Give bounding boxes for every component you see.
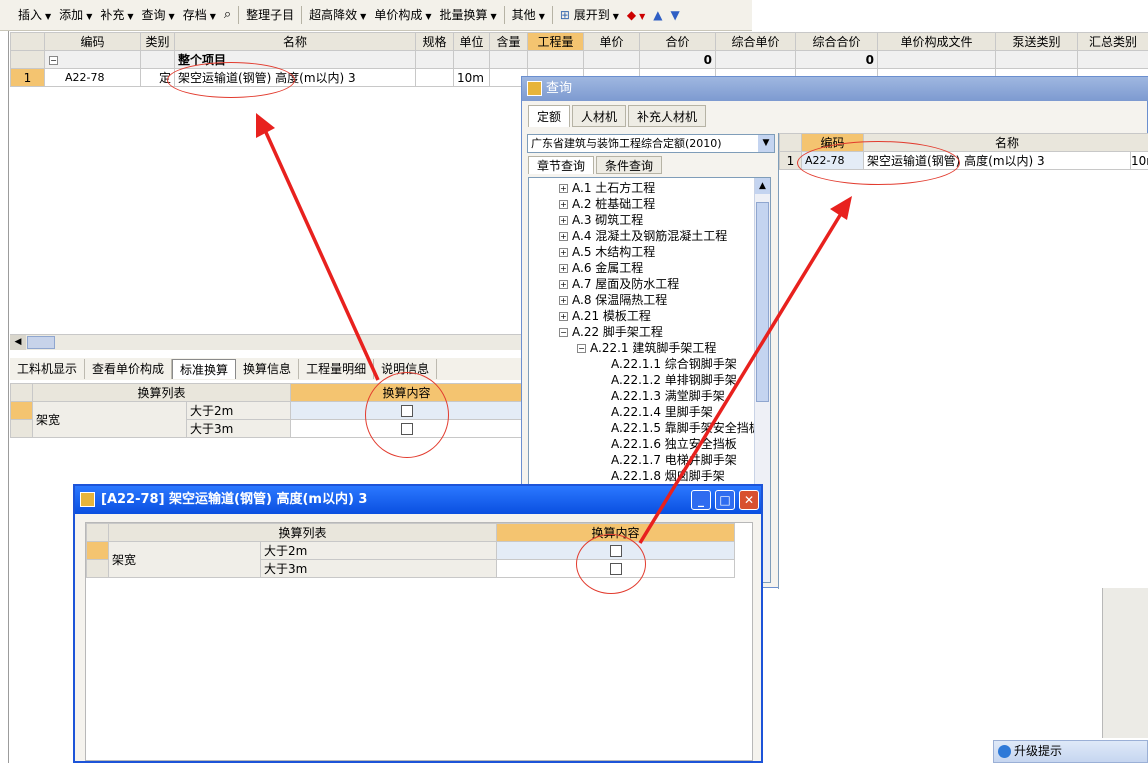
annotation-arrows xyxy=(256,113,852,544)
arrow-line xyxy=(262,127,380,381)
arrow-line xyxy=(638,211,844,544)
